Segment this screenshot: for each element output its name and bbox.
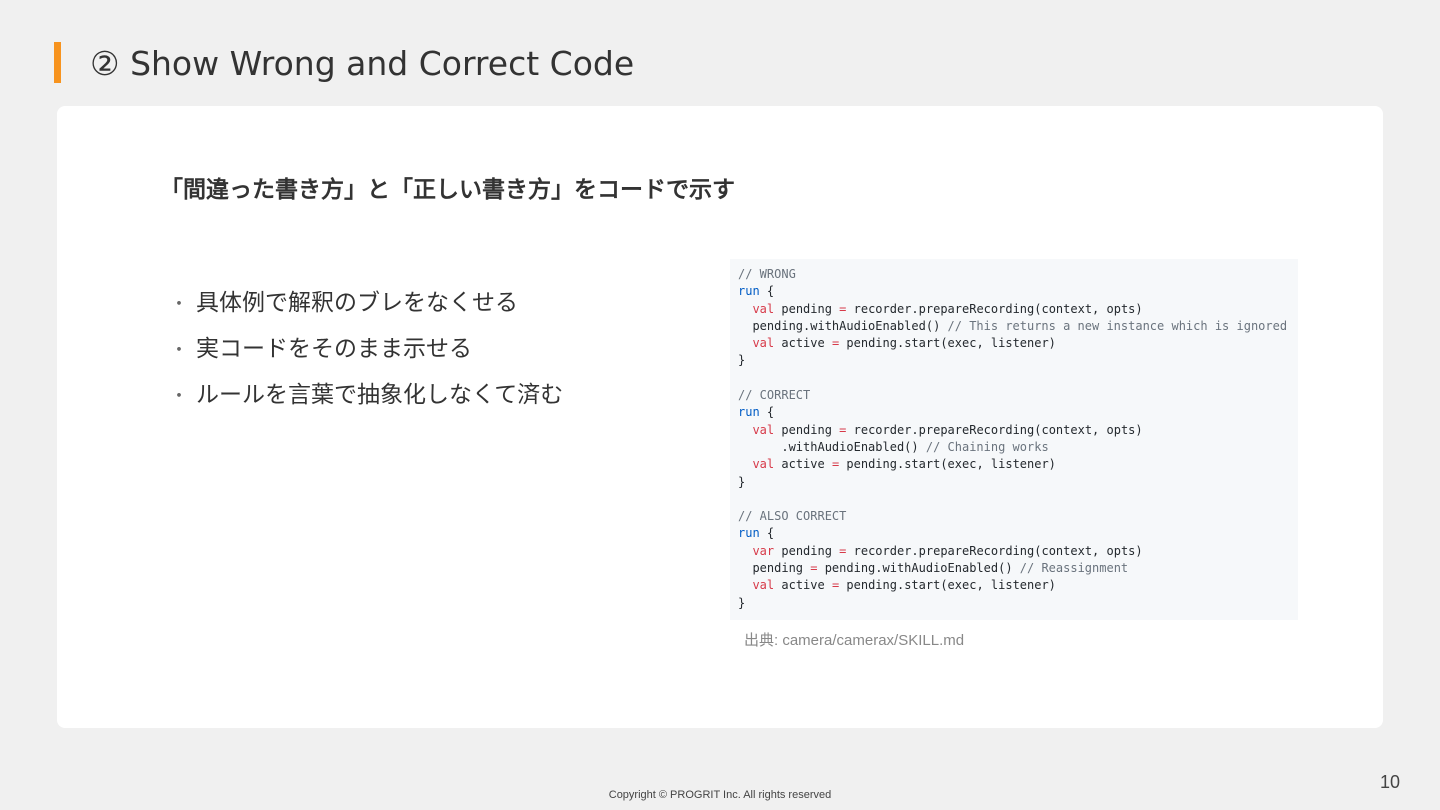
code-token: active bbox=[774, 578, 832, 593]
bullet-list: ・具体例で解釈のブレをなくせる ・実コードをそのまま示せる ・ルールを言葉で抽象… bbox=[170, 281, 563, 419]
bullet-item: ・ルールを言葉で抽象化しなくて済む bbox=[170, 373, 563, 419]
code-line: val active = pending.start(exec, listene… bbox=[738, 577, 1298, 594]
code-token: recorder.prepareRecording(context, opts) bbox=[846, 422, 1143, 437]
code-block: // WRONG run { val pending = recorder.pre… bbox=[730, 259, 1298, 620]
code-token: // Chaining works bbox=[925, 439, 1049, 454]
code-line: run { bbox=[738, 283, 1298, 300]
code-token: pending bbox=[774, 543, 840, 558]
code-line: // WRONG bbox=[738, 266, 1298, 283]
code-line: run { bbox=[738, 525, 1298, 542]
code-line: val pending = recorder.prepareRecording(… bbox=[738, 301, 1298, 318]
code-token: .withAudioEnabled() bbox=[738, 439, 926, 454]
code-token: pending bbox=[774, 301, 840, 316]
code-line: pending.withAudioEnabled() // This retur… bbox=[738, 318, 1298, 335]
code-token: // This returns a new instance which is … bbox=[947, 318, 1288, 333]
bullet-marker: ・ bbox=[170, 294, 188, 315]
code-token: recorder.prepareRecording(context, opts) bbox=[846, 301, 1143, 316]
code-line: // CORRECT bbox=[738, 387, 1298, 404]
code-line: run { bbox=[738, 404, 1298, 421]
code-token: pending bbox=[774, 422, 840, 437]
code-token: run bbox=[738, 405, 760, 420]
code-line: var pending = recorder.prepareRecording(… bbox=[738, 543, 1298, 560]
code-line: // ALSO CORRECT bbox=[738, 508, 1298, 525]
bullet-text: ルールを言葉で抽象化しなくて済む bbox=[196, 382, 564, 408]
bullet-marker: ・ bbox=[170, 340, 188, 361]
code-token: val bbox=[752, 457, 775, 472]
code-token: val bbox=[752, 578, 775, 593]
code-token: val bbox=[752, 422, 775, 437]
code-token: run bbox=[738, 284, 760, 299]
code-token: pending.start(exec, listener) bbox=[839, 578, 1056, 593]
code-line: } bbox=[738, 474, 1298, 491]
source-citation: 出典: camera/camerax/SKILL.md bbox=[744, 632, 965, 649]
code-line: } bbox=[738, 352, 1298, 369]
slide-title: ② Show Wrong and Correct Code bbox=[90, 44, 635, 83]
code-line: val active = pending.start(exec, listene… bbox=[738, 456, 1298, 473]
bullet-text: 実コードをそのまま示せる bbox=[196, 336, 472, 362]
code-token: pending bbox=[738, 561, 811, 576]
code-token: { bbox=[759, 526, 775, 541]
code-token: } bbox=[738, 474, 746, 489]
code-token: // Reassignment bbox=[1019, 561, 1129, 576]
content-card: 「間違った書き方」と「正しい書き方」をコードで示す ・具体例で解釈のブレをなくせ… bbox=[57, 106, 1383, 728]
code-token: pending.start(exec, listener) bbox=[839, 336, 1056, 351]
code-line: val pending = recorder.prepareRecording(… bbox=[738, 422, 1298, 439]
slide-subtitle: 「間違った書き方」と「正しい書き方」をコードで示す bbox=[160, 177, 735, 203]
code-token: active bbox=[774, 457, 832, 472]
code-token: pending.start(exec, listener) bbox=[839, 457, 1056, 472]
bullet-marker: ・ bbox=[170, 386, 188, 407]
code-line: } bbox=[738, 595, 1298, 612]
page-number: 10 bbox=[1380, 772, 1401, 792]
code-token: } bbox=[738, 595, 746, 610]
code-line: pending = pending.withAudioEnabled() // … bbox=[738, 560, 1298, 577]
code-token: var bbox=[752, 543, 775, 558]
bullet-text: 具体例で解釈のブレをなくせる bbox=[196, 290, 518, 316]
code-token: // WRONG bbox=[738, 267, 796, 281]
code-token: val bbox=[752, 336, 775, 351]
code-token: { bbox=[759, 405, 775, 420]
bullet-item: ・具体例で解釈のブレをなくせる bbox=[170, 281, 563, 327]
code-line: .withAudioEnabled() // Chaining works bbox=[738, 439, 1298, 456]
code-token: active bbox=[774, 336, 832, 351]
bullet-item: ・実コードをそのまま示せる bbox=[170, 327, 563, 373]
copyright-footer: Copyright © PROGRIT Inc. All rights rese… bbox=[608, 789, 832, 801]
title-accent-bar bbox=[54, 42, 61, 83]
code-token: pending.withAudioEnabled() bbox=[738, 318, 948, 333]
code-token: run bbox=[738, 526, 760, 541]
code-token: pending.withAudioEnabled() bbox=[817, 561, 1020, 576]
code-token: } bbox=[738, 353, 746, 368]
code-token: val bbox=[752, 301, 775, 316]
code-token: // CORRECT bbox=[738, 388, 811, 403]
code-token: // ALSO CORRECT bbox=[738, 509, 847, 524]
code-line: val active = pending.start(exec, listene… bbox=[738, 335, 1298, 352]
code-token: { bbox=[759, 284, 775, 299]
code-token: recorder.prepareRecording(context, opts) bbox=[846, 543, 1143, 558]
